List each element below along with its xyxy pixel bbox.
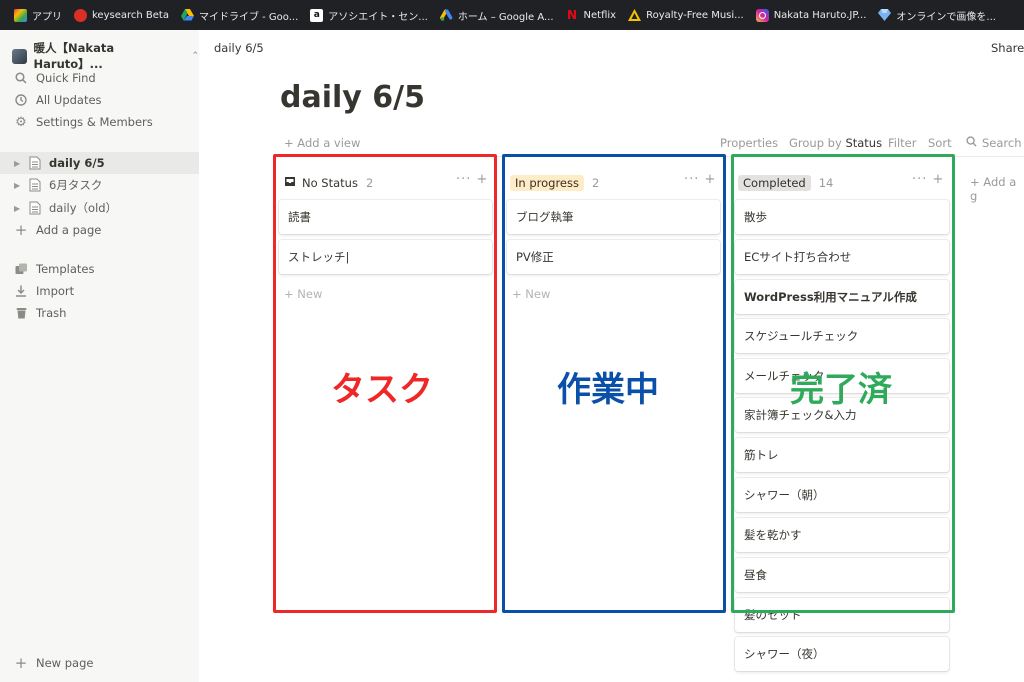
plus-icon: + <box>14 221 28 239</box>
page-icon <box>29 178 42 192</box>
sidebar-item-june-tasks[interactable]: ▶ 6月タスク <box>0 174 199 196</box>
properties-button[interactable]: Properties <box>720 136 778 150</box>
search-label: Search <box>982 136 1022 150</box>
sidebar-quick-find[interactable]: Quick Find <box>0 67 199 89</box>
sidebar-trash[interactable]: Trash <box>0 302 199 324</box>
toggle-triangle-icon[interactable]: ▶ <box>14 159 24 168</box>
annotation-label-completed: 完了済 <box>790 370 892 410</box>
toggle-triangle-icon[interactable]: ▶ <box>14 181 24 190</box>
apps-grid-icon <box>14 8 27 22</box>
trash-icon <box>14 306 28 320</box>
sidebar-import[interactable]: Import <box>0 280 199 302</box>
add-view-button[interactable]: + Add a view <box>284 136 360 150</box>
page-icon <box>29 156 42 170</box>
amazon-icon: a <box>310 8 324 22</box>
chevron-updown-icon: ⌃ <box>191 51 199 61</box>
page-icon <box>29 201 42 215</box>
annotation-label-in-progress: 作業中 <box>557 370 659 410</box>
templates-icon <box>14 262 28 276</box>
sidebar-item-daily-6-5[interactable]: ▶ daily 6/5 <box>0 152 199 174</box>
search-button[interactable]: Search <box>966 136 1022 150</box>
bookmark-apps[interactable]: アプリ <box>8 0 68 30</box>
sidebar-all-updates[interactable]: All Updates <box>0 89 199 111</box>
royalty-free-music-icon <box>628 9 642 22</box>
bookmark-amazon-associates[interactable]: a アソシエイト・セン... <box>304 0 434 30</box>
sidebar-item-daily-old[interactable]: ▶ daily（old） <box>0 197 199 219</box>
workspace-avatar <box>12 48 27 64</box>
filter-button[interactable]: Filter <box>888 136 916 150</box>
sidebar-settings[interactable]: ⚙ Settings & Members <box>0 111 199 133</box>
gear-icon: ⚙ <box>15 114 27 130</box>
bookmark-royalty-free-music[interactable]: Royalty-Free Musi... <box>622 0 750 30</box>
bookmark-netflix[interactable]: N Netflix <box>560 0 623 30</box>
google-drive-icon <box>180 9 194 22</box>
bookmarks-bar: アプリ keysearch Beta マイドライブ - Goo... a アソシエ… <box>0 0 1024 30</box>
gem-icon <box>878 9 892 22</box>
plus-icon: + <box>14 654 28 672</box>
bookmark-image-online[interactable]: オンラインで画像を... <box>872 0 1002 30</box>
sidebar-new-page[interactable]: + New page <box>0 652 199 674</box>
bookmark-instagram[interactable]: Nakata Haruto.JP... <box>750 0 873 30</box>
search-icon <box>14 71 28 85</box>
netflix-icon: N <box>567 8 578 22</box>
group-by-value: Status <box>845 136 883 150</box>
add-group-button[interactable]: + Add a g <box>970 175 1024 203</box>
breadcrumb[interactable]: daily 6/5 <box>214 41 264 55</box>
bookmark-google-drive[interactable]: マイドライブ - Goo... <box>175 0 304 30</box>
toggle-triangle-icon[interactable]: ▶ <box>14 204 24 213</box>
sidebar-templates[interactable]: Templates <box>0 258 199 280</box>
group-by-button[interactable]: Group by Status <box>789 136 882 150</box>
sidebar-add-page[interactable]: + Add a page <box>0 219 199 241</box>
instagram-icon <box>755 8 769 22</box>
annotation-label-task: タスク <box>331 370 433 410</box>
group-by-label: Group by <box>789 136 842 150</box>
bookmark-keysearch[interactable]: keysearch Beta <box>68 0 175 30</box>
share-button[interactable]: Share <box>991 41 1024 55</box>
sort-button[interactable]: Sort <box>928 136 952 150</box>
keysearch-icon <box>74 8 87 22</box>
page-title[interactable]: daily 6/5 <box>280 80 425 115</box>
board-card[interactable]: シャワー（夜） <box>735 637 949 671</box>
google-ads-icon <box>439 9 453 22</box>
sidebar: 暖人【Nakata Haruto】... ⌃ Quick Find All Up… <box>0 30 199 682</box>
search-icon <box>966 136 977 150</box>
download-icon <box>14 284 28 298</box>
bookmark-google-ads[interactable]: ホーム – Google A... <box>434 0 560 30</box>
clock-icon <box>14 93 28 107</box>
